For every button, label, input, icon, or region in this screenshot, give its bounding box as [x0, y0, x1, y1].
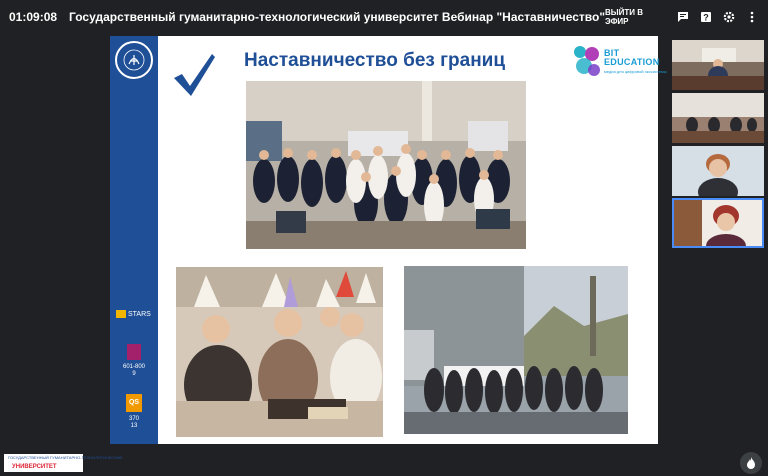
svg-text:?: ? — [703, 13, 709, 23]
go-live-button[interactable]: ВЫЙТИ В ЭФИР — [605, 8, 664, 26]
presentation-slide: STARS 601-800 9 QS 370 13 Наставничество… — [110, 36, 667, 444]
bit-education-subtitle: медиа для цифровой экосистемы — [604, 69, 667, 74]
reactions-button[interactable] — [740, 452, 762, 474]
settings-icon[interactable] — [722, 10, 735, 24]
session-timer: 01:09:08 — [9, 10, 58, 24]
the-ranking-icon — [127, 344, 141, 360]
the-ranking-numbers: 601-800 9 — [122, 364, 146, 377]
stars-rating-logo: STARS — [116, 310, 156, 319]
bit-education-name: BIT EDUCATION — [604, 48, 660, 67]
help-icon[interactable]: ? — [699, 10, 712, 24]
qs-ranking-icon: QS — [126, 394, 142, 412]
bit-education-logo: BIT EDUCATION медиа для цифровой экосист… — [572, 44, 667, 80]
more-icon[interactable] — [745, 10, 758, 24]
stars-label: STARS — [128, 310, 151, 318]
chat-icon[interactable] — [676, 10, 689, 24]
group-photo — [246, 81, 526, 249]
university-logo-name: УНИВЕРСИТЕТ — [12, 464, 57, 470]
participant-tile-3[interactable] — [672, 146, 764, 196]
top-bar: 01:09:08 Государственный гуманитарно-тех… — [0, 0, 768, 34]
university-logo: ГОСУДАРСТВЕННЫЙ ГУМАНИТАРНО-ТЕХНОЛОГИЧЕС… — [4, 454, 122, 472]
qs-ranking-numbers: 370 13 — [128, 416, 139, 429]
slide-sidebar: STARS 601-800 9 QS 370 13 — [110, 36, 158, 444]
workshop-photo — [176, 267, 383, 437]
university-logo-subtitle: ГОСУДАРСТВЕННЫЙ ГУМАНИТАРНО-ТЕХНОЛОГИЧЕС… — [8, 455, 123, 460]
university-seal-icon — [115, 41, 153, 79]
bit-logo-icon — [574, 46, 600, 76]
flame-icon — [747, 457, 755, 469]
slide-title: Наставничество без границ — [244, 50, 506, 71]
outdoor-photo — [404, 266, 628, 434]
checkmark-icon — [174, 54, 215, 96]
participant-tile-1[interactable] — [672, 40, 764, 90]
participant-tile-2[interactable] — [672, 93, 764, 143]
meeting-title: Государственный гуманитарно-технологичес… — [69, 10, 606, 24]
participant-tile-4-active[interactable] — [672, 198, 764, 248]
